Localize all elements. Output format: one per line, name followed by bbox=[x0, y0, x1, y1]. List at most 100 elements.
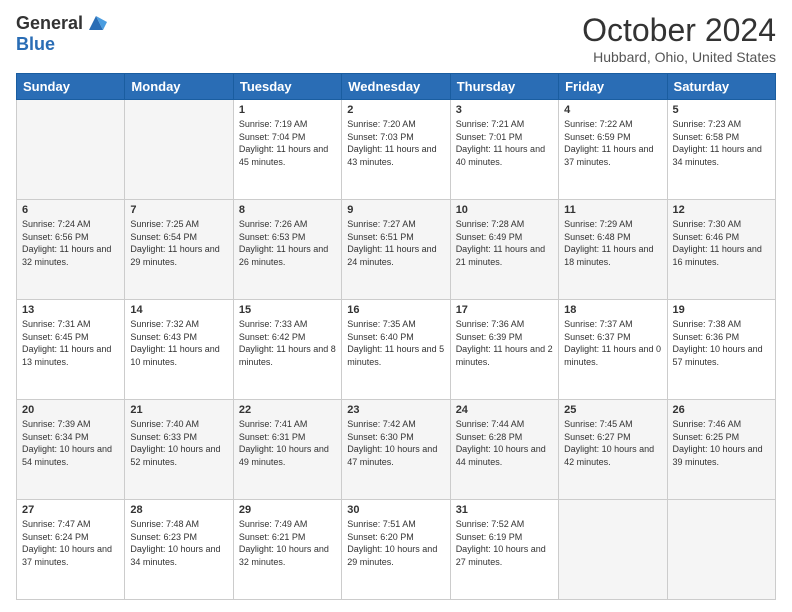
logo: General Blue bbox=[16, 12, 107, 55]
day-number: 30 bbox=[347, 504, 444, 516]
day-info: Sunrise: 7:37 AMSunset: 6:37 PMDaylight:… bbox=[564, 318, 661, 368]
day-number: 2 bbox=[347, 104, 444, 116]
calendar-table: Sunday Monday Tuesday Wednesday Thursday… bbox=[16, 73, 776, 600]
col-monday: Monday bbox=[125, 74, 233, 100]
table-row bbox=[667, 500, 775, 600]
day-number: 24 bbox=[456, 404, 553, 416]
day-info: Sunrise: 7:30 AMSunset: 6:46 PMDaylight:… bbox=[673, 218, 770, 268]
day-number: 14 bbox=[130, 304, 227, 316]
table-row: 7 Sunrise: 7:25 AMSunset: 6:54 PMDaylight… bbox=[125, 200, 233, 300]
table-row: 19 Sunrise: 7:38 AMSunset: 6:36 PMDayligh… bbox=[667, 300, 775, 400]
day-info: Sunrise: 7:38 AMSunset: 6:36 PMDaylight:… bbox=[673, 318, 770, 368]
day-info: Sunrise: 7:44 AMSunset: 6:28 PMDaylight:… bbox=[456, 418, 553, 468]
table-row: 2 Sunrise: 7:20 AMSunset: 7:03 PMDaylight… bbox=[342, 100, 450, 200]
day-number: 20 bbox=[22, 404, 119, 416]
table-row: 22 Sunrise: 7:41 AMSunset: 6:31 PMDayligh… bbox=[233, 400, 341, 500]
day-number: 31 bbox=[456, 504, 553, 516]
table-row: 17 Sunrise: 7:36 AMSunset: 6:39 PMDayligh… bbox=[450, 300, 558, 400]
day-number: 27 bbox=[22, 504, 119, 516]
day-info: Sunrise: 7:51 AMSunset: 6:20 PMDaylight:… bbox=[347, 518, 444, 568]
day-info: Sunrise: 7:25 AMSunset: 6:54 PMDaylight:… bbox=[130, 218, 227, 268]
table-row: 1Sunrise: 7:19 AMSunset: 7:04 PMDaylight… bbox=[233, 100, 341, 200]
day-number: 5 bbox=[673, 104, 770, 116]
day-number: 19 bbox=[673, 304, 770, 316]
col-thursday: Thursday bbox=[450, 74, 558, 100]
day-number: 22 bbox=[239, 404, 336, 416]
table-row: 27 Sunrise: 7:47 AMSunset: 6:24 PMDayligh… bbox=[17, 500, 125, 600]
table-row: 21 Sunrise: 7:40 AMSunset: 6:33 PMDayligh… bbox=[125, 400, 233, 500]
day-info: Sunrise: 7:19 AMSunset: 7:04 PMDaylight:… bbox=[239, 118, 336, 168]
logo-general-text: General bbox=[16, 13, 83, 34]
table-row bbox=[17, 100, 125, 200]
day-info: Sunrise: 7:23 AMSunset: 6:58 PMDaylight:… bbox=[673, 118, 770, 168]
col-sunday: Sunday bbox=[17, 74, 125, 100]
day-info: Sunrise: 7:28 AMSunset: 6:49 PMDaylight:… bbox=[456, 218, 553, 268]
table-row: 8Sunrise: 7:26 AMSunset: 6:53 PMDaylight… bbox=[233, 200, 341, 300]
table-row: 25Sunrise: 7:45 AMSunset: 6:27 PMDayligh… bbox=[559, 400, 667, 500]
day-number: 8 bbox=[239, 204, 336, 216]
calendar-row-2: 6 Sunrise: 7:24 AMSunset: 6:56 PMDaylight… bbox=[17, 200, 776, 300]
table-row: 24 Sunrise: 7:44 AMSunset: 6:28 PMDayligh… bbox=[450, 400, 558, 500]
day-number: 29 bbox=[239, 504, 336, 516]
day-info: Sunrise: 7:35 AMSunset: 6:40 PMDaylight:… bbox=[347, 318, 444, 368]
day-number: 11 bbox=[564, 204, 661, 216]
day-info: Sunrise: 7:48 AMSunset: 6:23 PMDaylight:… bbox=[130, 518, 227, 568]
table-row: 10Sunrise: 7:28 AMSunset: 6:49 PMDayligh… bbox=[450, 200, 558, 300]
month-title: October 2024 bbox=[582, 12, 776, 49]
day-info: Sunrise: 7:46 AMSunset: 6:25 PMDaylight:… bbox=[673, 418, 770, 468]
day-info: Sunrise: 7:29 AMSunset: 6:48 PMDaylight:… bbox=[564, 218, 661, 268]
day-number: 6 bbox=[22, 204, 119, 216]
day-info: Sunrise: 7:42 AMSunset: 6:30 PMDaylight:… bbox=[347, 418, 444, 468]
day-number: 3 bbox=[456, 104, 553, 116]
day-number: 23 bbox=[347, 404, 444, 416]
table-row: 14 Sunrise: 7:32 AMSunset: 6:43 PMDayligh… bbox=[125, 300, 233, 400]
day-info: Sunrise: 7:32 AMSunset: 6:43 PMDaylight:… bbox=[130, 318, 227, 368]
day-info: Sunrise: 7:22 AMSunset: 6:59 PMDaylight:… bbox=[564, 118, 661, 168]
logo-blue-text: Blue bbox=[16, 34, 55, 55]
day-info: Sunrise: 7:47 AMSunset: 6:24 PMDaylight:… bbox=[22, 518, 119, 568]
day-info: Sunrise: 7:20 AMSunset: 7:03 PMDaylight:… bbox=[347, 118, 444, 168]
table-row: 16 Sunrise: 7:35 AMSunset: 6:40 PMDayligh… bbox=[342, 300, 450, 400]
day-info: Sunrise: 7:33 AMSunset: 6:42 PMDaylight:… bbox=[239, 318, 336, 368]
day-info: Sunrise: 7:36 AMSunset: 6:39 PMDaylight:… bbox=[456, 318, 553, 368]
table-row: 23 Sunrise: 7:42 AMSunset: 6:30 PMDayligh… bbox=[342, 400, 450, 500]
table-row: 20 Sunrise: 7:39 AMSunset: 6:34 PMDayligh… bbox=[17, 400, 125, 500]
day-info: Sunrise: 7:21 AMSunset: 7:01 PMDaylight:… bbox=[456, 118, 553, 168]
table-row: 5 Sunrise: 7:23 AMSunset: 6:58 PMDaylight… bbox=[667, 100, 775, 200]
day-number: 15 bbox=[239, 304, 336, 316]
day-number: 21 bbox=[130, 404, 227, 416]
day-number: 16 bbox=[347, 304, 444, 316]
table-row: 18 Sunrise: 7:37 AMSunset: 6:37 PMDayligh… bbox=[559, 300, 667, 400]
table-row: 12Sunrise: 7:30 AMSunset: 6:46 PMDayligh… bbox=[667, 200, 775, 300]
day-info: Sunrise: 7:40 AMSunset: 6:33 PMDaylight:… bbox=[130, 418, 227, 468]
col-tuesday: Tuesday bbox=[233, 74, 341, 100]
page: General Blue October 2024 Hubbard, Ohio,… bbox=[0, 0, 792, 612]
header: General Blue October 2024 Hubbard, Ohio,… bbox=[16, 12, 776, 65]
day-info: Sunrise: 7:41 AMSunset: 6:31 PMDaylight:… bbox=[239, 418, 336, 468]
day-info: Sunrise: 7:27 AMSunset: 6:51 PMDaylight:… bbox=[347, 218, 444, 268]
day-number: 17 bbox=[456, 304, 553, 316]
table-row: 26 Sunrise: 7:46 AMSunset: 6:25 PMDayligh… bbox=[667, 400, 775, 500]
day-info: Sunrise: 7:24 AMSunset: 6:56 PMDaylight:… bbox=[22, 218, 119, 268]
calendar-header-row: Sunday Monday Tuesday Wednesday Thursday… bbox=[17, 74, 776, 100]
day-number: 26 bbox=[673, 404, 770, 416]
day-info: Sunrise: 7:45 AMSunset: 6:27 PMDaylight:… bbox=[564, 418, 661, 468]
calendar-row-1: 1Sunrise: 7:19 AMSunset: 7:04 PMDaylight… bbox=[17, 100, 776, 200]
title-section: October 2024 Hubbard, Ohio, United State… bbox=[582, 12, 776, 65]
day-number: 7 bbox=[130, 204, 227, 216]
calendar-row-3: 13Sunrise: 7:31 AMSunset: 6:45 PMDayligh… bbox=[17, 300, 776, 400]
table-row bbox=[559, 500, 667, 600]
calendar-row-4: 20 Sunrise: 7:39 AMSunset: 6:34 PMDayligh… bbox=[17, 400, 776, 500]
day-number: 18 bbox=[564, 304, 661, 316]
table-row: 13Sunrise: 7:31 AMSunset: 6:45 PMDayligh… bbox=[17, 300, 125, 400]
day-info: Sunrise: 7:49 AMSunset: 6:21 PMDaylight:… bbox=[239, 518, 336, 568]
table-row: 29 Sunrise: 7:49 AMSunset: 6:21 PMDayligh… bbox=[233, 500, 341, 600]
col-friday: Friday bbox=[559, 74, 667, 100]
location-subtitle: Hubbard, Ohio, United States bbox=[582, 49, 776, 65]
col-wednesday: Wednesday bbox=[342, 74, 450, 100]
table-row: 6 Sunrise: 7:24 AMSunset: 6:56 PMDaylight… bbox=[17, 200, 125, 300]
day-number: 4 bbox=[564, 104, 661, 116]
day-info: Sunrise: 7:52 AMSunset: 6:19 PMDaylight:… bbox=[456, 518, 553, 568]
day-info: Sunrise: 7:39 AMSunset: 6:34 PMDaylight:… bbox=[22, 418, 119, 468]
logo-icon bbox=[85, 12, 107, 34]
